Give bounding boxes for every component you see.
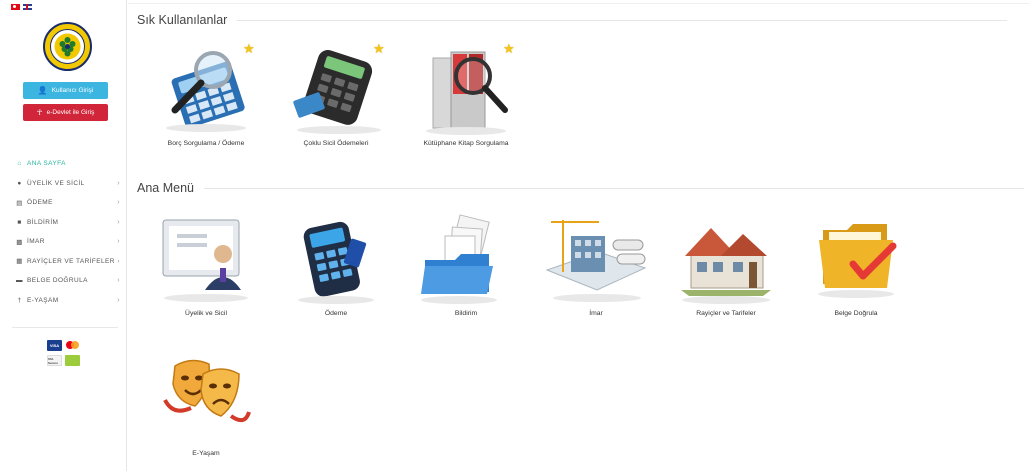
folder-documents-icon bbox=[411, 210, 521, 310]
tile-label: Bildirim bbox=[454, 310, 478, 317]
sidebar: 👤 Kullanıcı Girişi ☥ e-Devlet ile Giriş … bbox=[0, 0, 127, 471]
user-registration-icon bbox=[151, 210, 261, 310]
tile-label: Borç Sorgulama / Ödeme bbox=[167, 140, 245, 147]
tile-kutuphane-kitap-sorgulama[interactable]: ★ Kütüphane Kitap Sorgulama bbox=[401, 40, 531, 147]
nav-item-uyelik-ve-sicil[interactable]: ● ÜYELİK VE SİCİL › bbox=[0, 174, 127, 194]
favorite-star-icon[interactable]: ★ bbox=[243, 42, 255, 55]
home-icon: ⌂ bbox=[17, 160, 22, 168]
tile-label: Ödeme bbox=[324, 310, 348, 317]
nav-item-label: BİLDİRİM bbox=[27, 218, 59, 226]
nav-item-label: RAYİÇLER VE TARİFELER bbox=[27, 257, 115, 265]
main-menu-section-title: Ana Menü bbox=[137, 181, 1024, 195]
nav-item-label: ANA SAYFA bbox=[27, 160, 66, 168]
building-icon: ▩ bbox=[16, 238, 23, 246]
edevlet-login-button[interactable]: ☥ e-Devlet ile Giriş bbox=[23, 104, 108, 121]
tile-label: E-Yaşam bbox=[192, 450, 220, 457]
tile-e-yasam[interactable]: E-Yaşam bbox=[141, 350, 271, 457]
file-search-icon: ★ bbox=[411, 40, 521, 140]
edevlet-button-label: e-Devlet ile Giriş bbox=[46, 109, 95, 116]
verified-badge-icon bbox=[65, 355, 80, 366]
folder-check-icon bbox=[801, 210, 911, 310]
login-button[interactable]: 👤 Kullanıcı Girişi bbox=[23, 82, 108, 99]
language-switcher bbox=[11, 4, 32, 10]
payment-methods: VISA SSL Secure bbox=[47, 340, 80, 370]
main-menu-title-text: Ana Menü bbox=[137, 181, 194, 195]
tile-belge-dogrula[interactable]: Belge Doğrula bbox=[791, 210, 921, 317]
nav-item-imar[interactable]: ▩ İMAR › bbox=[0, 232, 127, 252]
sidebar-nav: ⌂ ANA SAYFA ● ÜYELİK VE SİCİL › ▤ ÖDEME … bbox=[0, 154, 127, 310]
visa-card-icon: VISA bbox=[47, 340, 62, 351]
edevlet-icon: ☥ bbox=[36, 107, 43, 117]
english-flag-icon[interactable] bbox=[23, 4, 32, 10]
nav-item-e-yasam[interactable]: † E-YAŞAM › bbox=[0, 291, 127, 311]
person-icon: † bbox=[17, 296, 22, 304]
main-content: Sık Kullanılanlar ★ Borç Sorgulama / Öde… bbox=[128, 0, 1029, 471]
tile-label: Çoklu Sicil Ödemeleri bbox=[303, 140, 369, 147]
theater-masks-icon bbox=[151, 350, 261, 450]
section-rule bbox=[203, 187, 1024, 189]
favorite-star-icon[interactable]: ★ bbox=[503, 42, 515, 55]
login-button-label: Kullanıcı Girişi bbox=[51, 87, 94, 94]
chevron-right-icon: › bbox=[117, 179, 120, 187]
section-rule bbox=[237, 19, 1008, 21]
tile-odeme[interactable]: Ödeme bbox=[271, 210, 401, 317]
municipality-logo[interactable] bbox=[43, 22, 92, 71]
user-icon: 👤 bbox=[37, 85, 48, 95]
tile-label: Kütüphane Kitap Sorgulama bbox=[423, 140, 509, 147]
tile-bildirim[interactable]: Bildirim bbox=[401, 210, 531, 317]
favorite-star-icon[interactable]: ★ bbox=[373, 42, 385, 55]
nav-item-ana-sayfa[interactable]: ⌂ ANA SAYFA bbox=[0, 154, 127, 174]
payment-terminal-icon: ★ bbox=[281, 40, 391, 140]
calculator-icon: ▦ bbox=[16, 258, 23, 266]
card-reader-icon bbox=[281, 210, 391, 310]
nav-item-label: ÜYELİK VE SİCİL bbox=[27, 179, 85, 187]
favorites-title-text: Sık Kullanılanlar bbox=[137, 13, 228, 27]
top-rule bbox=[128, 3, 1029, 4]
nav-item-rayicler-ve-tarifeler[interactable]: ▦ RAYİÇLER VE TARİFELER › bbox=[0, 252, 127, 272]
chevron-right-icon: › bbox=[117, 238, 120, 246]
tile-uyelik-ve-sicil[interactable]: Üyelik ve Sicil bbox=[141, 210, 271, 317]
nav-item-label: İMAR bbox=[27, 238, 45, 246]
tile-coklu-sicil-odemeleri[interactable]: ★ Çoklu Sicil Ödemeleri bbox=[271, 40, 401, 147]
chevron-right-icon: › bbox=[117, 277, 120, 285]
tile-imar[interactable]: İmar bbox=[531, 210, 661, 317]
document-icon: ■ bbox=[17, 218, 22, 226]
folder-icon: ▬ bbox=[16, 277, 23, 285]
chevron-right-icon: › bbox=[117, 199, 120, 207]
card-icon: ▤ bbox=[16, 199, 23, 207]
nav-item-belge-dogrula[interactable]: ▬ BELGE DOĞRULA › bbox=[0, 271, 127, 291]
house-icon bbox=[671, 210, 781, 310]
turkish-flag-icon[interactable] bbox=[11, 4, 20, 10]
tile-label: Rayiçler ve Tarifeler bbox=[696, 310, 756, 317]
tile-label: Belge Doğrula bbox=[834, 310, 878, 317]
calculator-magnifier-icon: ★ bbox=[151, 40, 261, 140]
construction-blueprint-icon bbox=[541, 210, 651, 310]
tile-label: İmar bbox=[589, 310, 603, 317]
sidebar-divider bbox=[12, 327, 118, 328]
nav-item-label: BELGE DOĞRULA bbox=[27, 277, 88, 285]
nav-item-odeme[interactable]: ▤ ÖDEME › bbox=[0, 193, 127, 213]
secure-payment-icon: SSL Secure bbox=[47, 355, 62, 366]
tile-label: Üyelik ve Sicil bbox=[185, 310, 227, 317]
favorites-section-title: Sık Kullanılanlar bbox=[137, 13, 1008, 27]
nav-item-label: ÖDEME bbox=[27, 199, 53, 207]
user-icon: ● bbox=[17, 179, 22, 187]
nav-item-bildirim[interactable]: ■ BİLDİRİM › bbox=[0, 213, 127, 233]
chevron-right-icon: › bbox=[117, 296, 120, 304]
chevron-right-icon: › bbox=[117, 257, 120, 265]
nav-item-label: E-YAŞAM bbox=[27, 296, 59, 304]
chevron-right-icon: › bbox=[117, 218, 120, 226]
tile-borc-sorgulama[interactable]: ★ Borç Sorgulama / Ödeme bbox=[141, 40, 271, 147]
mastercard-icon bbox=[65, 340, 80, 351]
tile-rayicler-ve-tarifeler[interactable]: Rayiçler ve Tarifeler bbox=[661, 210, 791, 317]
